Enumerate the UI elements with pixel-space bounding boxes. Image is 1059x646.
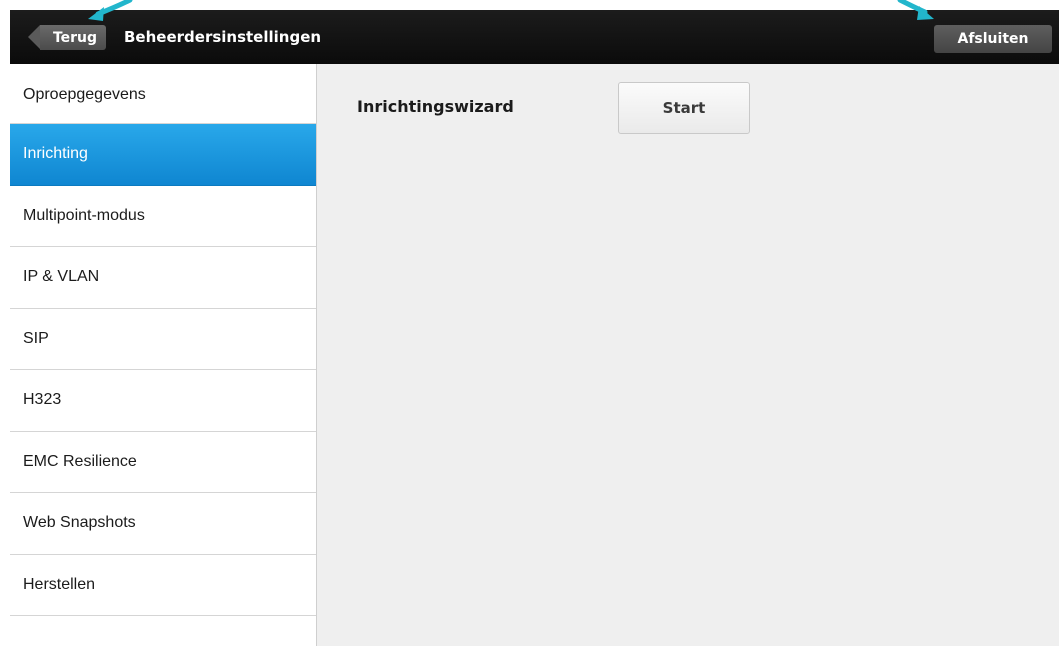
sidebar-item-label: Oproepgegevens: [23, 86, 146, 103]
sidebar-item-label: IP & VLAN: [23, 268, 100, 286]
sidebar-item-sip[interactable]: SIP: [10, 309, 316, 370]
sidebar-item-emc-resilience[interactable]: EMC Resilience: [10, 432, 316, 493]
sidebar-item-label: H323: [23, 391, 62, 409]
sidebar-item-herstellen[interactable]: Herstellen: [10, 555, 316, 616]
sidebar-item-label: Herstellen: [23, 575, 96, 593]
back-button[interactable]: Terug: [28, 25, 106, 50]
sidebar-item-inrichting[interactable]: Inrichting: [10, 124, 316, 186]
back-arrow-icon: [28, 25, 40, 49]
sidebar-item-multipoint-modus[interactable]: Multipoint-modus: [10, 186, 316, 247]
exit-button-label: Afsluiten: [957, 31, 1029, 47]
setup-wizard-label: Inrichtingswizard: [357, 97, 514, 116]
sidebar-item-label: EMC Resilience: [23, 452, 137, 470]
sidebar-item-ip-vlan[interactable]: IP & VLAN: [10, 247, 316, 309]
sidebar-item-label: Multipoint-modus: [23, 206, 145, 224]
sidebar-item-label: Inrichting: [23, 145, 88, 163]
main-panel: Inrichtingswizard Start: [317, 64, 1059, 646]
start-button-label: Start: [662, 99, 706, 117]
sidebar-item-label: SIP: [23, 329, 49, 347]
sidebar-item-oproepgegevens[interactable]: Oproepgegevens: [10, 64, 316, 124]
exit-button[interactable]: Afsluiten: [934, 25, 1052, 53]
sidebar-item-h323[interactable]: H323: [10, 370, 316, 432]
sidebar-item-label: Web Snapshots: [23, 514, 136, 532]
sidebar-item-web-snapshots[interactable]: Web Snapshots: [10, 493, 316, 555]
start-button[interactable]: Start: [618, 82, 750, 134]
page-title: Beheerdersinstellingen: [124, 28, 322, 46]
sidebar: Oproepgegevens Inrichting Multipoint-mod…: [10, 64, 317, 646]
back-button-label: Terug: [52, 29, 98, 46]
top-bar: Terug Beheerdersinstellingen Afsluiten: [10, 10, 1059, 64]
